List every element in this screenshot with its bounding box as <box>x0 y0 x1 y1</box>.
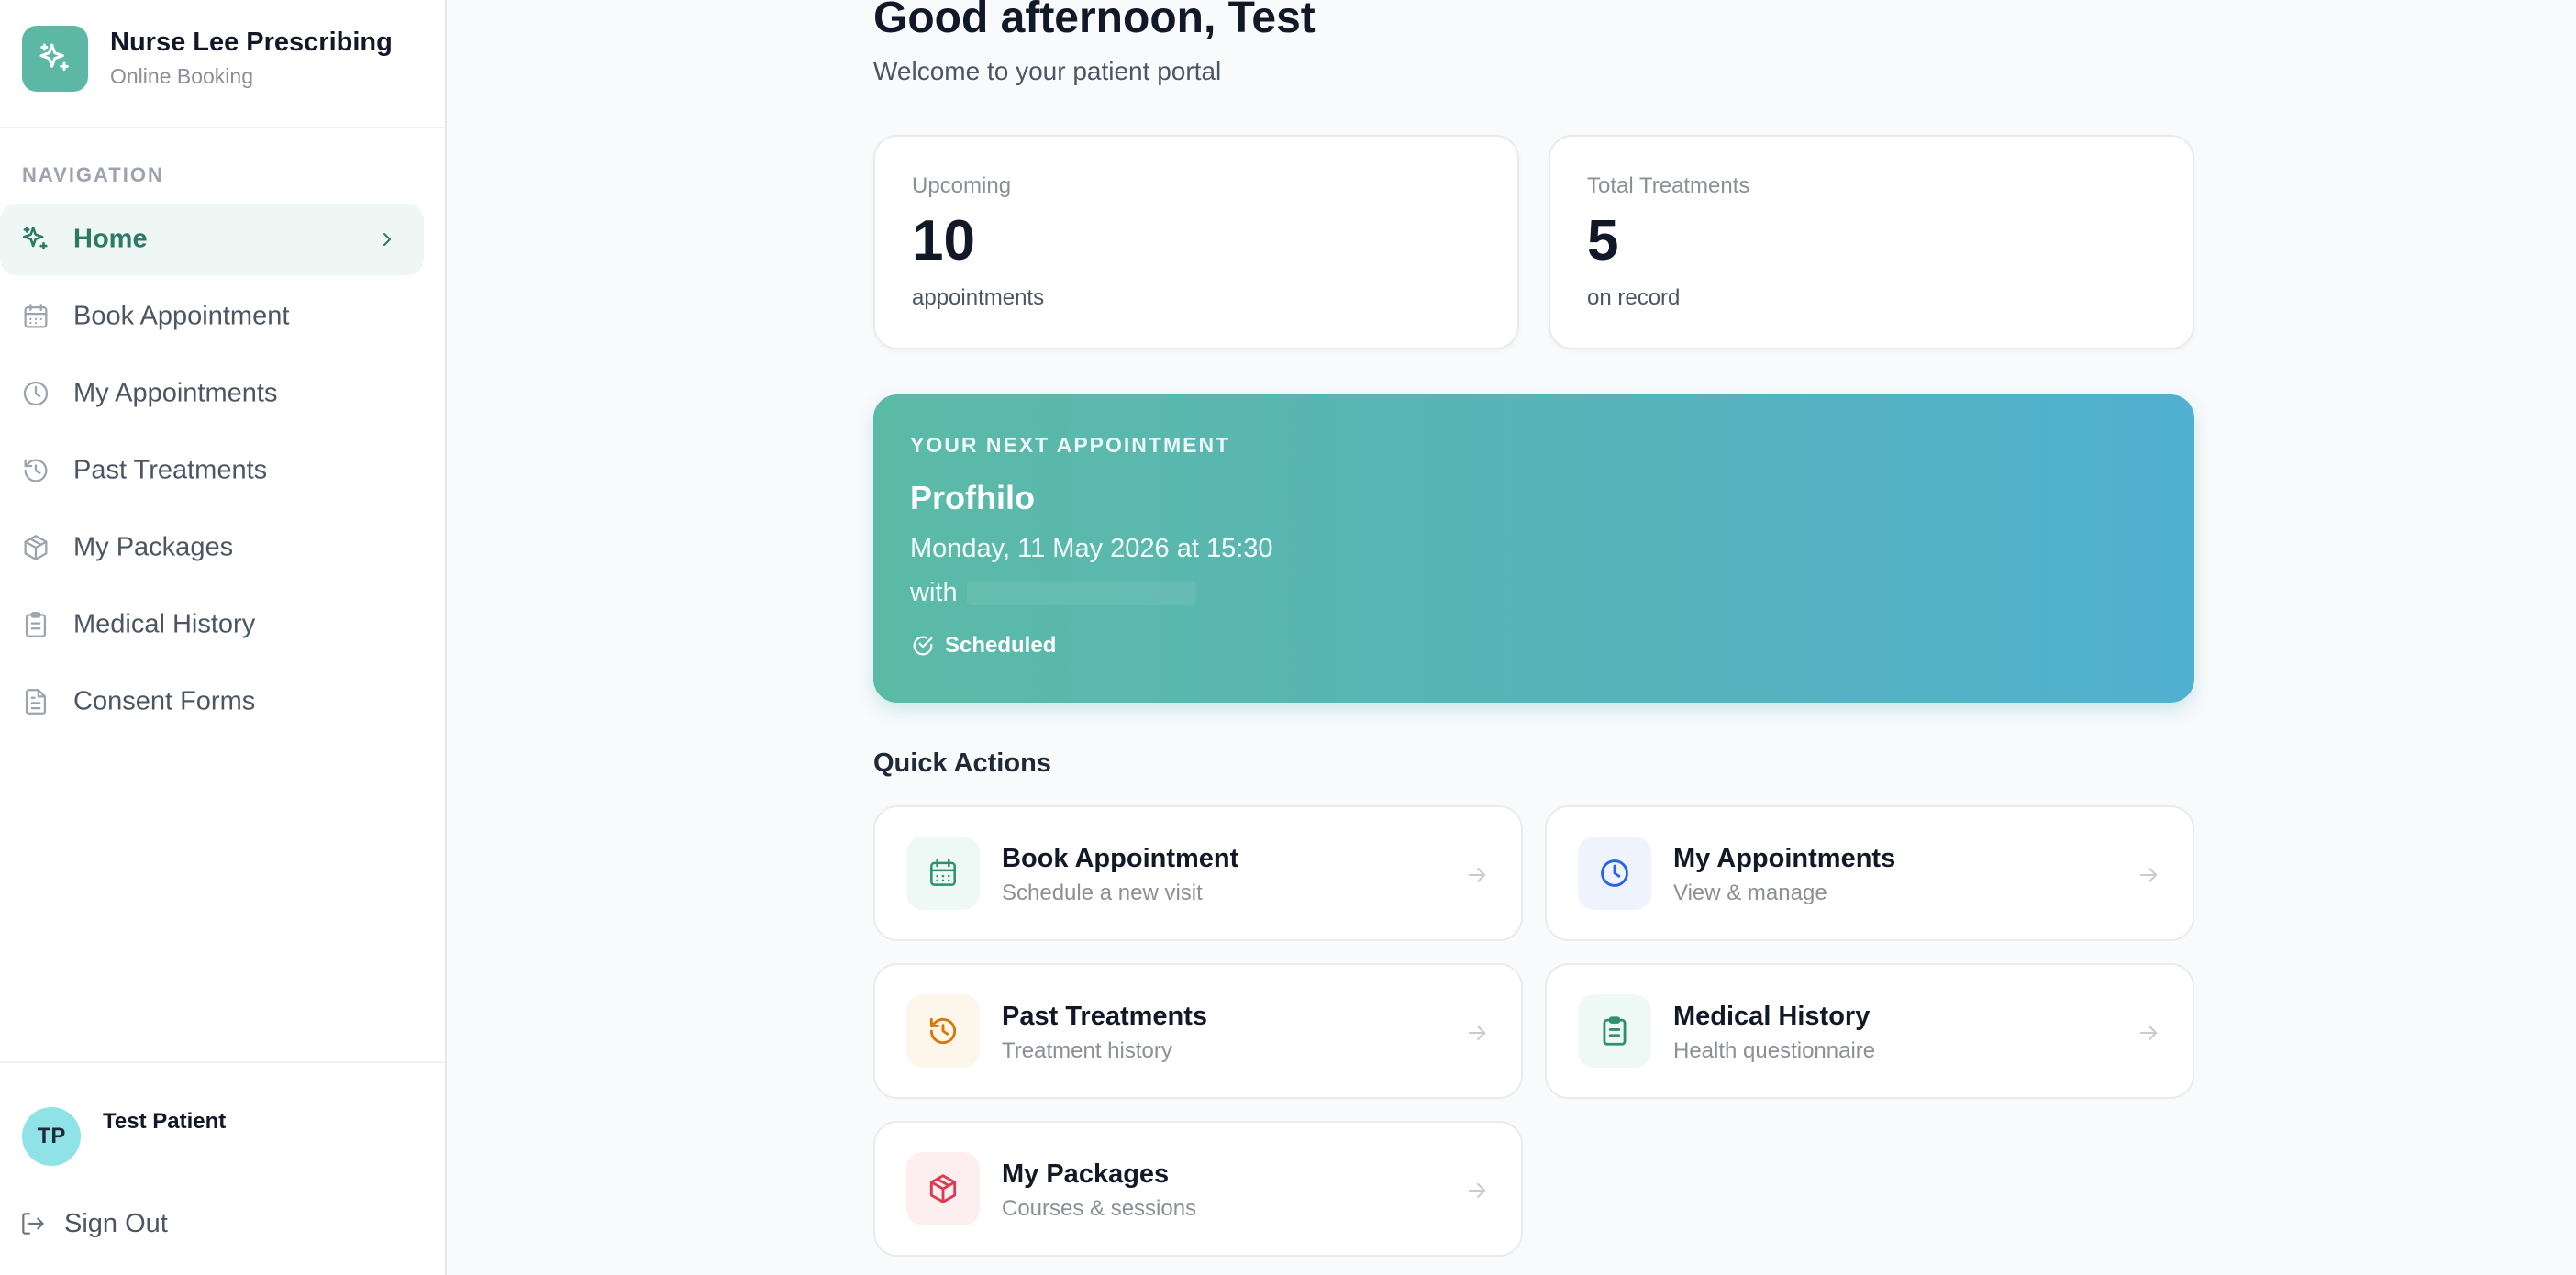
sidebar-item-label: My Appointments <box>73 378 278 408</box>
stat-label: Total Treatments <box>1587 173 1750 198</box>
sidebar-item-medical-history[interactable]: Medical History <box>0 589 424 660</box>
quick-action-subtitle: Treatment history <box>1002 1038 1172 1063</box>
history-icon <box>24 459 48 482</box>
quick-actions-heading: Quick Actions <box>873 748 1051 778</box>
sidebar-item-label: My Packages <box>73 532 234 562</box>
page-title: Good afternoon, Test <box>873 0 1316 42</box>
clipboard-icon <box>25 612 47 638</box>
sidebar-item-past-treatments[interactable]: Past Treatments <box>0 435 424 506</box>
next-appointment-title: Profhilo <box>910 479 1035 516</box>
quick-action-title: My Appointments <box>1673 844 1896 873</box>
arrow-right-icon <box>2139 1025 2158 1041</box>
stat-card-upcoming: Upcoming 10 appointments <box>873 135 1519 349</box>
clipboard-icon <box>1578 994 1651 1068</box>
brand-title: Nurse Lee Prescribing <box>110 28 393 57</box>
file-text-icon <box>25 689 47 715</box>
sidebar-item-label: Book Appointment <box>73 301 290 331</box>
stat-value: 10 <box>912 209 975 272</box>
sparkles-icon <box>22 26 88 92</box>
sidebar-item-book-appointment[interactable]: Book Appointment <box>0 281 424 352</box>
quick-action-subtitle: Schedule a new visit <box>1002 881 1203 905</box>
sign-out-label: Sign Out <box>64 1208 168 1238</box>
next-appointment-card[interactable]: YOUR NEXT APPOINTMENT Profhilo Monday, 1… <box>873 394 2194 703</box>
quick-action-past-treatments[interactable]: Past Treatments Treatment history <box>873 963 1523 1099</box>
status-badge: Scheduled <box>910 633 1056 659</box>
sidebar-item-label: Medical History <box>73 609 256 639</box>
nav-heading: NAVIGATION <box>22 163 164 186</box>
arrow-right-icon <box>1468 867 1486 883</box>
sidebar-item-consent-forms[interactable]: Consent Forms <box>0 666 424 737</box>
chevron-right-icon <box>383 233 391 246</box>
stat-sub: appointments <box>912 285 1045 310</box>
quick-action-subtitle: View & manage <box>1673 881 1827 905</box>
avatar: TP <box>22 1107 81 1166</box>
log-out-icon <box>22 1213 44 1235</box>
with-label: with <box>910 578 958 607</box>
calendar-icon <box>906 837 980 910</box>
check-circle-icon <box>913 636 933 656</box>
quick-action-title: My Packages <box>1002 1159 1170 1189</box>
user-panel: TP Test Patient Sign Out <box>0 1061 445 1275</box>
arrow-right-icon <box>2139 867 2158 883</box>
sidebar-item-home[interactable]: Home <box>0 204 424 275</box>
quick-action-subtitle: Health questionnaire <box>1673 1038 1876 1063</box>
sparkles-icon <box>22 226 48 250</box>
package-icon <box>24 535 48 560</box>
stat-label: Upcoming <box>912 173 1012 198</box>
sidebar-item-my-appointments[interactable]: My Appointments <box>0 358 424 429</box>
redacted-practitioner-name <box>966 582 1196 606</box>
quick-action-title: Medical History <box>1673 1002 1871 1031</box>
sidebar-item-label: Home <box>73 224 148 254</box>
history-icon <box>906 994 980 1068</box>
next-appointment-eyebrow: YOUR NEXT APPOINTMENT <box>910 433 1231 457</box>
arrow-right-icon <box>1468 1025 1486 1041</box>
quick-action-my-packages[interactable]: My Packages Courses & sessions <box>873 1121 1523 1257</box>
quick-action-medical-history[interactable]: Medical History Health questionnaire <box>1545 963 2194 1099</box>
arrow-right-icon <box>1468 1182 1486 1199</box>
quick-action-my-appointments[interactable]: My Appointments View & manage <box>1545 805 2194 941</box>
brand-subtitle: Online Booking <box>110 64 253 88</box>
calendar-icon <box>24 304 48 328</box>
stat-value: 5 <box>1587 209 1619 272</box>
sidebar: Nurse Lee Prescribing Online Booking NAV… <box>0 0 447 1275</box>
clock-icon <box>1578 837 1651 910</box>
status-label: Scheduled <box>945 633 1057 658</box>
sign-out-button[interactable]: Sign Out <box>18 1201 294 1247</box>
stat-card-total-treatments: Total Treatments 5 on record <box>1549 135 2194 349</box>
quick-action-subtitle: Courses & sessions <box>1002 1196 1197 1221</box>
brand-header: Nurse Lee Prescribing Online Booking <box>0 0 445 128</box>
quick-action-title: Book Appointment <box>1002 844 1239 873</box>
stat-sub: on record <box>1587 285 1681 310</box>
sidebar-item-label: Past Treatments <box>73 455 268 485</box>
clock-icon <box>23 381 49 406</box>
package-icon <box>906 1152 980 1225</box>
quick-action-title: Past Treatments <box>1002 1002 1208 1031</box>
sidebar-item-my-packages[interactable]: My Packages <box>0 512 424 583</box>
welcome-text: Welcome to your patient portal <box>873 57 1222 85</box>
user-name: Test Patient <box>103 1109 227 1134</box>
quick-action-book-appointment[interactable]: Book Appointment Schedule a new visit <box>873 805 1523 941</box>
next-appointment-practitioner: with <box>910 578 1196 608</box>
next-appointment-datetime: Monday, 11 May 2026 at 15:30 <box>910 534 1273 563</box>
sidebar-item-label: Consent Forms <box>73 686 256 716</box>
